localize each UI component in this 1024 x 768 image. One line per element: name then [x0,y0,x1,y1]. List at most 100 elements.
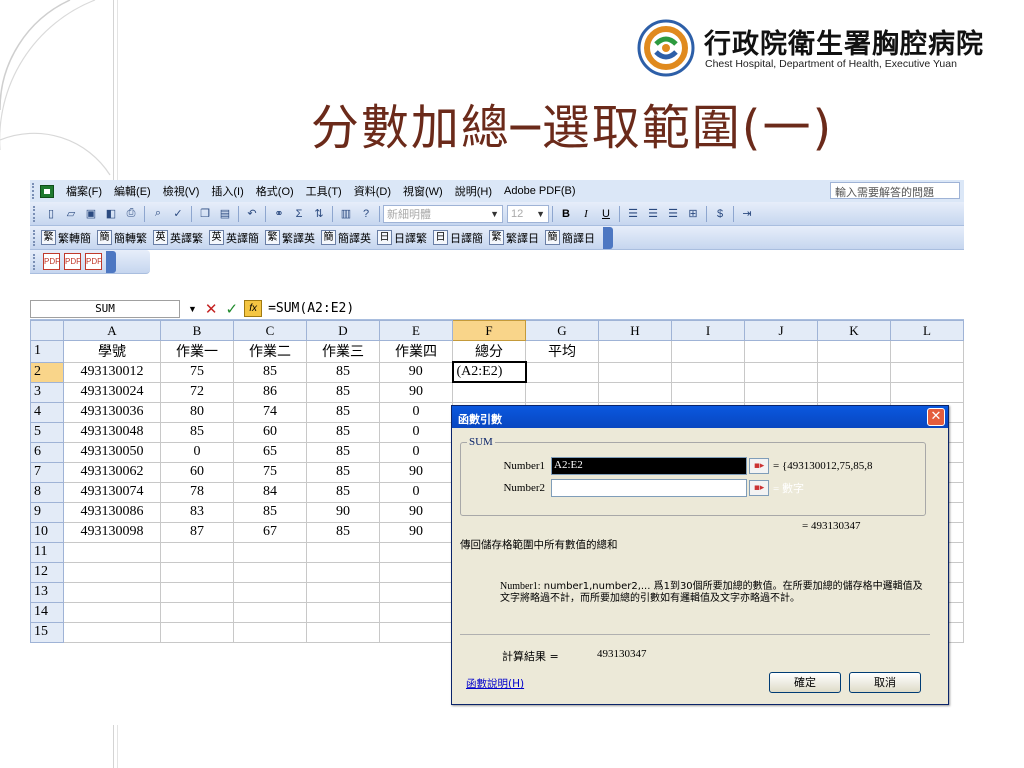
cell[interactable]: 85 [160,421,234,443]
column-header-k[interactable]: K [817,320,891,341]
menu-help[interactable]: 說明(H) [449,183,498,199]
help-question-input[interactable]: 輸入需要解答的問題 [830,182,960,199]
cell[interactable] [890,381,964,403]
insert-function-icon[interactable]: fx [244,300,263,317]
convert-button[interactable]: 簡簡譯英 [321,230,371,246]
cell[interactable]: 0 [379,481,453,503]
cell[interactable]: 84 [233,481,307,503]
cell[interactable]: 作業四 [379,340,453,363]
row-header[interactable]: 11 [30,541,64,563]
row-header[interactable]: 10 [30,521,64,543]
collapse-dialog-icon[interactable]: ▪▸ [749,458,769,474]
cell[interactable]: 67 [233,521,307,543]
cell[interactable]: 作業三 [306,340,380,363]
cell[interactable]: 90 [379,381,453,403]
toolbar-grip[interactable] [33,205,37,222]
cancel-icon[interactable]: ✕ [205,300,218,318]
cell[interactable] [452,381,526,403]
cell[interactable] [744,381,818,403]
cell[interactable] [379,561,453,583]
cell[interactable]: 80 [160,401,234,423]
cell[interactable]: 60 [233,421,307,443]
cell[interactable]: 493130012 [63,361,161,383]
cell[interactable] [63,621,161,643]
permission-icon[interactable]: ◧ [102,205,120,222]
cell[interactable] [671,381,745,403]
cell[interactable]: 493130062 [63,461,161,483]
cell[interactable] [817,381,891,403]
cell[interactable] [306,581,380,603]
column-header-j[interactable]: J [744,320,818,341]
active-cell[interactable]: (A2:E2) [451,361,527,383]
cell[interactable] [306,621,380,643]
dialog-title-bar[interactable]: 函數引數 ✕ [452,406,948,428]
cell[interactable]: 85 [233,361,307,383]
underline-button[interactable]: U [597,205,615,222]
align-left-icon[interactable]: ☰ [624,205,642,222]
open-folder-icon[interactable]: ▱ [62,205,80,222]
toolbar-grip[interactable] [33,253,37,270]
row-header[interactable]: 2 [30,361,64,383]
collapse-dialog-icon[interactable]: ▪▸ [749,480,769,496]
cell[interactable] [671,361,745,383]
pdf-review-icon[interactable]: PDF [85,253,102,270]
cell[interactable] [525,381,599,403]
convert-button[interactable]: 英英譯繁 [153,230,203,246]
number1-input[interactable]: A2:E2 [551,457,747,475]
close-icon[interactable]: ✕ [927,408,945,426]
row-header[interactable]: 8 [30,481,64,503]
cell[interactable] [890,340,964,363]
undo-icon[interactable]: ↶ [243,205,261,222]
cell[interactable]: 學號 [63,340,161,363]
chart-wizard-icon[interactable]: ▥ [337,205,355,222]
cell[interactable] [233,561,307,583]
row-header[interactable]: 1 [30,340,64,363]
menu-file[interactable]: 檔案(F) [60,183,108,199]
cell[interactable]: 83 [160,501,234,523]
convert-button[interactable]: 英英譯簡 [209,230,259,246]
cell[interactable]: 75 [160,361,234,383]
menu-data[interactable]: 資料(D) [348,183,397,199]
currency-button[interactable]: $ [711,205,729,222]
cell[interactable] [63,561,161,583]
select-all-corner[interactable] [30,320,64,341]
cell[interactable]: 78 [160,481,234,503]
cell[interactable] [306,601,380,623]
cell[interactable] [306,561,380,583]
cell[interactable]: 85 [306,421,380,443]
column-header-i[interactable]: I [671,320,745,341]
cell[interactable]: 493130086 [63,501,161,523]
cell[interactable]: 60 [160,461,234,483]
cell[interactable] [63,581,161,603]
align-right-icon[interactable]: ☰ [664,205,682,222]
menu-tools[interactable]: 工具(T) [300,183,348,199]
row-header[interactable]: 14 [30,601,64,623]
column-header-b[interactable]: B [160,320,234,341]
cell[interactable] [379,621,453,643]
cell[interactable] [817,340,891,363]
function-help-link[interactable]: 函數說明(H) [466,676,524,691]
cell[interactable]: 86 [233,381,307,403]
convert-button[interactable]: 繁繁譯日 [489,230,539,246]
column-header-g[interactable]: G [525,320,599,341]
cell[interactable] [817,361,891,383]
enter-check-icon[interactable]: ✓ [226,300,239,318]
cell[interactable]: 493130036 [63,401,161,423]
cell[interactable]: 作業二 [233,340,307,363]
cell[interactable] [233,621,307,643]
convert-button[interactable]: 簡簡轉繁 [97,230,147,246]
convert-button[interactable]: 日日譯繁 [377,230,427,246]
cell[interactable]: 75 [233,461,307,483]
cell[interactable] [598,381,672,403]
convert-button[interactable]: 日日譯簡 [433,230,483,246]
cell[interactable]: 0 [160,441,234,463]
cell[interactable]: 0 [379,421,453,443]
convert-button[interactable]: 繁繁轉簡 [41,230,91,246]
row-header[interactable]: 6 [30,441,64,463]
help-icon[interactable]: ? [357,205,375,222]
chevron-down-icon[interactable]: ▼ [188,304,197,314]
cell[interactable]: 493130074 [63,481,161,503]
spelling-icon[interactable]: ✓ [169,205,187,222]
cell[interactable] [160,561,234,583]
row-header[interactable]: 13 [30,581,64,603]
